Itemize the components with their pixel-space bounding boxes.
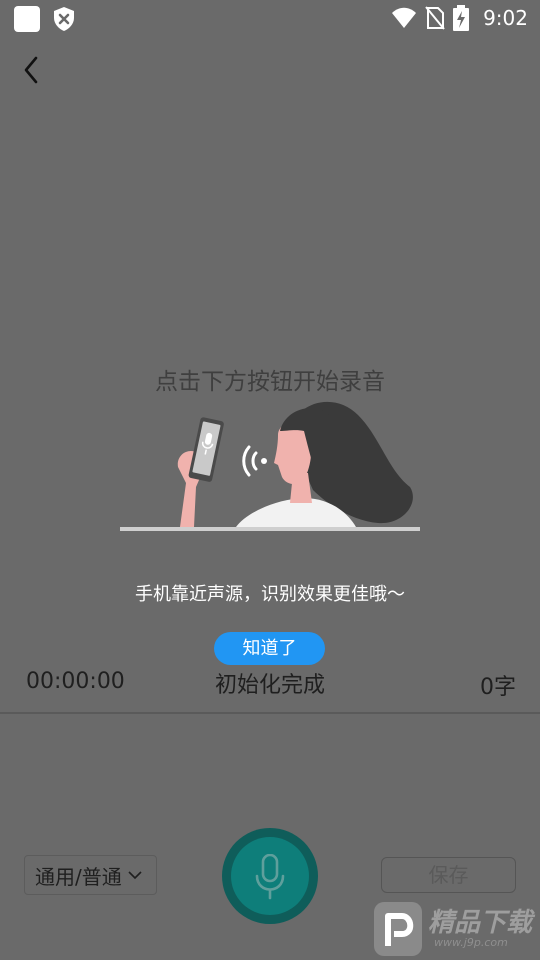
recording-status: 初始化完成: [214, 673, 325, 698]
watermark-url: www.j9p.com: [434, 936, 508, 949]
no-sim-icon: [425, 6, 445, 30]
language-mode-dropdown[interactable]: 通用/普通: [24, 855, 157, 895]
language-mode-label: 通用/普通: [35, 864, 122, 889]
record-button-inner: [231, 837, 309, 915]
hint-title: 点击下方按钮开始录音: [155, 369, 385, 395]
save-button[interactable]: 保存: [381, 857, 516, 893]
recording-illustration: [120, 401, 420, 531]
chevron-left-icon: [24, 56, 38, 84]
status-bar: 9:02: [0, 0, 540, 36]
battery-charging-icon: [453, 5, 470, 31]
got-it-button[interactable]: 知道了: [214, 632, 325, 665]
microphone-icon: [255, 854, 285, 900]
watermark-text: 精品下载: [428, 908, 533, 938]
character-count: 0字: [480, 675, 516, 700]
app-square-icon: [14, 6, 40, 32]
clock: 9:02: [483, 6, 528, 30]
tip-text: 手机靠近声源，识别效果更佳哦～: [135, 584, 405, 605]
shield-x-icon: [54, 7, 74, 31]
record-button[interactable]: [222, 828, 318, 924]
chevron-down-icon: [128, 871, 142, 880]
watermark-logo: 精品下载 www.j9p.com: [370, 898, 540, 960]
watermark-badge-icon: [374, 902, 422, 956]
wifi-icon: [392, 7, 417, 28]
back-button[interactable]: [18, 52, 48, 88]
divider: [0, 712, 540, 714]
